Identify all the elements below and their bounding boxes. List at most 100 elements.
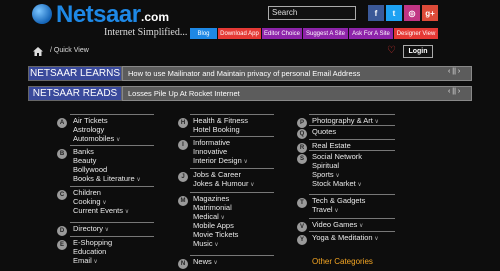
category-link[interactable]: Health & Fitness [193, 116, 248, 125]
category-link[interactable]: Books & Literature ∨ [73, 174, 141, 185]
category-label[interactable]: Matrimonial [193, 203, 232, 212]
category-label[interactable]: Directory [73, 224, 103, 233]
chevron-down-icon[interactable]: ∨ [248, 182, 254, 188]
category-label[interactable]: Children [73, 188, 101, 197]
category-label[interactable]: Current Events [73, 206, 123, 215]
category-link[interactable]: Email ∨ [73, 256, 98, 267]
category-label[interactable]: Travel [312, 205, 333, 214]
category-link[interactable]: Beauty [73, 156, 96, 165]
category-link[interactable]: Air Tickets [73, 116, 108, 125]
nav-button-ask-for-a-site[interactable]: Ask For A Site [349, 28, 393, 39]
category-label[interactable]: Video Games [312, 220, 357, 229]
category-link[interactable]: Banks [73, 147, 94, 156]
chevron-down-icon[interactable]: ∨ [333, 208, 338, 214]
ticker-controls[interactable]: ‹ || › [448, 88, 460, 95]
category-label[interactable]: Cooking [73, 197, 101, 206]
other-categories-link[interactable]: Other Categories [312, 257, 373, 266]
category-label[interactable]: Magazines [193, 194, 229, 203]
category-link[interactable]: Real Estate [312, 141, 351, 150]
category-label[interactable]: Hotel Booking [193, 125, 240, 134]
chevron-down-icon[interactable]: ∨ [373, 236, 378, 242]
chevron-down-icon[interactable]: ∨ [103, 227, 109, 233]
ticker-headline[interactable]: How to use Mailinator and Maintain priva… [128, 69, 360, 78]
category-link[interactable]: Quotes [312, 127, 336, 136]
category-label[interactable]: Email [73, 256, 92, 265]
nav-button-blog[interactable]: Blog [190, 28, 217, 39]
category-link[interactable]: E-Shopping [73, 238, 112, 247]
category-link[interactable]: Movie Tickets [193, 230, 238, 239]
chevron-down-icon[interactable]: ∨ [242, 159, 247, 165]
google-plus-icon[interactable]: g+ [422, 5, 438, 21]
category-label[interactable]: Tech & Gadgets [312, 196, 365, 205]
category-label[interactable]: Air Tickets [73, 116, 108, 125]
search-input[interactable]: Search [268, 6, 356, 20]
category-link[interactable]: Stock Market ∨ [312, 179, 362, 190]
category-label[interactable]: Social Network [312, 152, 362, 161]
twitter-icon[interactable]: t [386, 5, 402, 21]
category-label[interactable]: Innovative [193, 147, 227, 156]
category-label[interactable]: Stock Market [312, 179, 356, 188]
chevron-down-icon[interactable]: ∨ [135, 177, 140, 183]
heart-icon[interactable]: ♡ [387, 45, 396, 56]
category-label[interactable]: Books & Literature [73, 174, 135, 183]
ticker-reads[interactable]: Losses Pile Up At Rocket Internet [122, 86, 472, 101]
chevron-down-icon[interactable]: ∨ [92, 259, 97, 265]
category-label[interactable]: Astrology [73, 125, 104, 134]
category-link[interactable]: Social Network [312, 152, 362, 161]
category-label[interactable]: Education [73, 247, 106, 256]
category-link[interactable]: Jobs & Career [193, 170, 241, 179]
category-label[interactable]: Music [193, 239, 213, 248]
category-link[interactable]: Spiritual [312, 161, 339, 170]
category-link[interactable]: Matrimonial [193, 203, 232, 212]
category-label[interactable]: Interior Design [193, 156, 242, 165]
category-link[interactable]: Jokes & Humour ∨ [193, 179, 255, 190]
category-label[interactable]: Photography & Art [312, 116, 373, 125]
category-label[interactable]: Sports [312, 170, 334, 179]
category-link[interactable]: News ∨ [193, 257, 218, 268]
chevron-down-icon[interactable]: ∨ [213, 242, 218, 248]
category-link[interactable]: Bollywood [73, 165, 107, 174]
category-link[interactable]: Directory ∨ [73, 224, 109, 235]
nav-button-designer-view[interactable]: Designer View [394, 28, 438, 39]
home-icon[interactable] [33, 47, 43, 56]
category-label[interactable]: Bollywood [73, 165, 107, 174]
category-label[interactable]: Jobs & Career [193, 170, 241, 179]
category-link[interactable]: Education [73, 247, 106, 256]
chevron-down-icon[interactable]: ∨ [123, 209, 129, 215]
ticker-headline[interactable]: Losses Pile Up At Rocket Internet [128, 89, 240, 98]
chevron-down-icon[interactable]: ∨ [357, 223, 363, 229]
category-label[interactable]: Real Estate [312, 141, 351, 150]
category-label[interactable]: Automobiles [73, 134, 114, 143]
login-button[interactable]: Login [403, 45, 433, 58]
category-label[interactable]: Yoga & Meditation [312, 233, 373, 242]
ticker-learns[interactable]: How to use Mailinator and Maintain priva… [122, 66, 472, 81]
category-link[interactable]: Innovative [193, 147, 227, 156]
logo-text[interactable]: Netsaar [56, 1, 141, 29]
category-label[interactable]: Mobile Apps [193, 221, 234, 230]
category-link[interactable]: Informative [193, 138, 230, 147]
chevron-down-icon[interactable]: ∨ [356, 182, 361, 188]
category-link[interactable]: Current Events ∨ [73, 206, 129, 217]
ticker-controls[interactable]: ‹ || › [448, 68, 460, 75]
category-link[interactable]: Hotel Booking [193, 125, 240, 134]
category-link[interactable]: Music ∨ [193, 239, 219, 250]
category-label[interactable]: Movie Tickets [193, 230, 238, 239]
category-label[interactable]: Jokes & Humour [193, 179, 248, 188]
category-link[interactable]: Yoga & Meditation ∨ [312, 233, 379, 244]
category-link[interactable]: Astrology [73, 125, 104, 134]
instagram-icon[interactable]: ◎ [404, 5, 420, 21]
category-label[interactable]: Informative [193, 138, 230, 147]
category-link[interactable]: Automobiles ∨ [73, 134, 120, 145]
category-link[interactable]: Mobile Apps [193, 221, 234, 230]
category-label[interactable]: Spiritual [312, 161, 339, 170]
category-label[interactable]: Beauty [73, 156, 96, 165]
category-link[interactable]: Interior Design ∨ [193, 156, 248, 167]
chevron-down-icon[interactable]: ∨ [212, 260, 217, 266]
category-link[interactable]: Tech & Gadgets [312, 196, 365, 205]
facebook-icon[interactable]: f [368, 5, 384, 21]
category-label[interactable]: E-Shopping [73, 238, 112, 247]
logo-globe-icon[interactable] [32, 4, 52, 24]
category-link[interactable]: Video Games ∨ [312, 220, 363, 231]
category-link[interactable]: Magazines [193, 194, 229, 203]
category-link[interactable]: Children [73, 188, 101, 197]
